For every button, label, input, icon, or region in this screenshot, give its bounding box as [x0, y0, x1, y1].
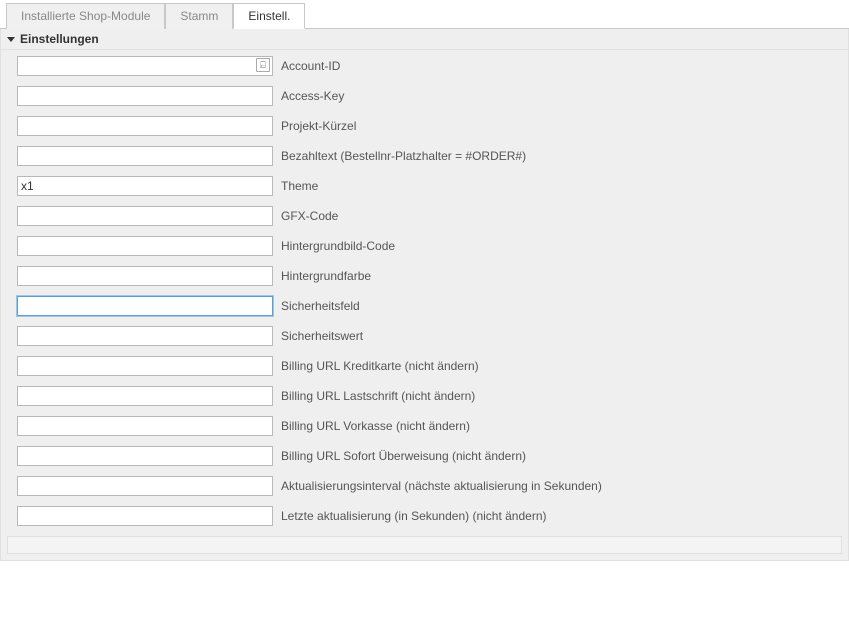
- billing-url-kreditkarte-label: Billing URL Kreditkarte (nicht ändern): [281, 359, 479, 373]
- fields-container: ⍇ Account-ID Access-Key Projekt-Kürzel B…: [1, 50, 848, 526]
- sicherheitsfeld-input[interactable]: [17, 296, 273, 316]
- letzte-aktualisierung-input[interactable]: [17, 506, 273, 526]
- field-row: Sicherheitswert: [17, 326, 842, 346]
- gfx-code-label: GFX-Code: [281, 209, 338, 223]
- projekt-kuerzel-label: Projekt-Kürzel: [281, 119, 356, 133]
- sicherheitswert-input[interactable]: [17, 326, 273, 346]
- field-row: Billing URL Vorkasse (nicht ändern): [17, 416, 842, 436]
- billing-url-kreditkarte-input[interactable]: [17, 356, 273, 376]
- panel-header[interactable]: Einstellungen: [1, 29, 848, 50]
- bottom-bar: [7, 536, 842, 554]
- save-icon[interactable]: ⍇: [256, 58, 270, 72]
- field-row: GFX-Code: [17, 206, 842, 226]
- billing-url-sofort-label: Billing URL Sofort Überweisung (nicht än…: [281, 449, 526, 463]
- field-row: Theme: [17, 176, 842, 196]
- field-row: Billing URL Kreditkarte (nicht ändern): [17, 356, 842, 376]
- aktualisierungsinterval-label: Aktualisierungsinterval (nächste aktuali…: [281, 479, 602, 493]
- settings-panel: Einstellungen ⍇ Account-ID Access-Key Pr…: [0, 29, 849, 561]
- field-row: Sicherheitsfeld: [17, 296, 842, 316]
- gfx-code-input[interactable]: [17, 206, 273, 226]
- billing-url-sofort-input[interactable]: [17, 446, 273, 466]
- letzte-aktualisierung-label: Letzte aktualisierung (in Sekunden) (nic…: [281, 509, 547, 523]
- account-id-label: Account-ID: [281, 59, 340, 73]
- theme-input[interactable]: [17, 176, 273, 196]
- billing-url-lastschrift-label: Billing URL Lastschrift (nicht ändern): [281, 389, 475, 403]
- field-row: Access-Key: [17, 86, 842, 106]
- field-row: Letzte aktualisierung (in Sekunden) (nic…: [17, 506, 842, 526]
- field-row: ⍇ Account-ID: [17, 56, 842, 76]
- billing-url-vorkasse-input[interactable]: [17, 416, 273, 436]
- sicherheitswert-label: Sicherheitswert: [281, 329, 363, 343]
- tab-installierte-shop-module[interactable]: Installierte Shop-Module: [6, 3, 165, 29]
- projekt-kuerzel-input[interactable]: [17, 116, 273, 136]
- field-row: Aktualisierungsinterval (nächste aktuali…: [17, 476, 842, 496]
- field-row: Bezahltext (Bestellnr-Platzhalter = #ORD…: [17, 146, 842, 166]
- access-key-input[interactable]: [17, 86, 273, 106]
- tab-stamm[interactable]: Stamm: [165, 3, 233, 29]
- field-row: Billing URL Sofort Überweisung (nicht än…: [17, 446, 842, 466]
- hintergrundbild-code-input[interactable]: [17, 236, 273, 256]
- account-id-input-wrap: ⍇: [17, 56, 273, 76]
- panel-title: Einstellungen: [20, 32, 99, 46]
- field-row: Hintergrundbild-Code: [17, 236, 842, 256]
- theme-label: Theme: [281, 179, 318, 193]
- aktualisierungsinterval-input[interactable]: [17, 476, 273, 496]
- account-id-input[interactable]: [17, 56, 273, 76]
- billing-url-lastschrift-input[interactable]: [17, 386, 273, 406]
- hintergrundbild-code-label: Hintergrundbild-Code: [281, 239, 395, 253]
- hintergrundfarbe-input[interactable]: [17, 266, 273, 286]
- chevron-down-icon: [7, 37, 15, 42]
- hintergrundfarbe-label: Hintergrundfarbe: [281, 269, 371, 283]
- field-row: Hintergrundfarbe: [17, 266, 842, 286]
- tab-einstell[interactable]: Einstell.: [233, 3, 305, 29]
- field-row: Projekt-Kürzel: [17, 116, 842, 136]
- bezahltext-label: Bezahltext (Bestellnr-Platzhalter = #ORD…: [281, 149, 526, 163]
- access-key-label: Access-Key: [281, 89, 344, 103]
- sicherheitsfeld-label: Sicherheitsfeld: [281, 299, 360, 313]
- billing-url-vorkasse-label: Billing URL Vorkasse (nicht ändern): [281, 419, 470, 433]
- tab-bar: Installierte Shop-Module Stamm Einstell.: [0, 0, 849, 29]
- field-row: Billing URL Lastschrift (nicht ändern): [17, 386, 842, 406]
- bezahltext-input[interactable]: [17, 146, 273, 166]
